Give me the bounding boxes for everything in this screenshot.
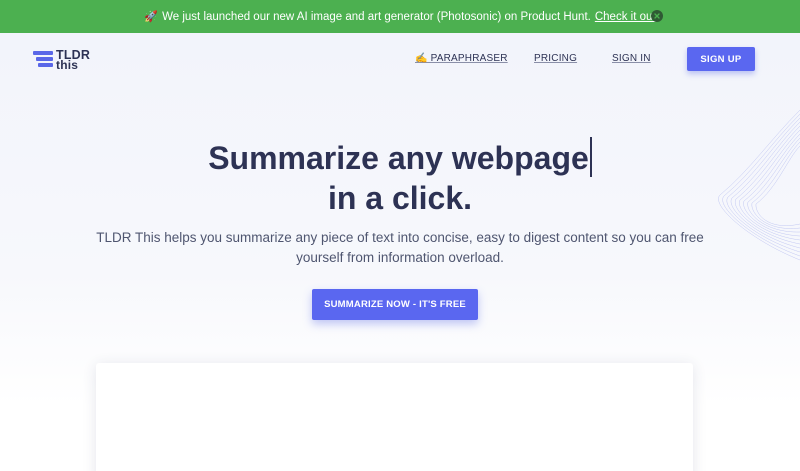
nav-pricing-link[interactable]: PRICING (534, 53, 577, 64)
nav-signin-link[interactable]: SIGN IN (612, 53, 651, 64)
rocket-icon: 🚀 (144, 11, 159, 23)
headline-line2: in a click. (327, 180, 473, 216)
typing-caret (589, 137, 592, 177)
summarize-now-button[interactable]: SUMMARIZE NOW - IT'S FREE (312, 289, 478, 320)
hero-subtext: TLDR This helps you summarize any piece … (96, 230, 704, 265)
headline-line1: Summarize any webpage (208, 140, 589, 176)
signup-button[interactable]: SIGN UP (687, 47, 755, 71)
nav-paraphraser-link[interactable]: ✍️ PARAPHRASER (415, 53, 508, 64)
tldr-logo[interactable]: TLDR this (33, 48, 90, 72)
hero-headline: Summarize any webpage in a click. (0, 137, 800, 218)
banner-text: We just launched our new AI image and ar… (162, 10, 591, 23)
announcement-banner: 🚀 We just launched our new AI image and … (0, 0, 800, 33)
banner-link[interactable]: Check it out (595, 11, 656, 23)
close-icon[interactable] (651, 10, 663, 22)
summarizer-card (96, 363, 693, 471)
logo-mark-icon (33, 50, 53, 70)
